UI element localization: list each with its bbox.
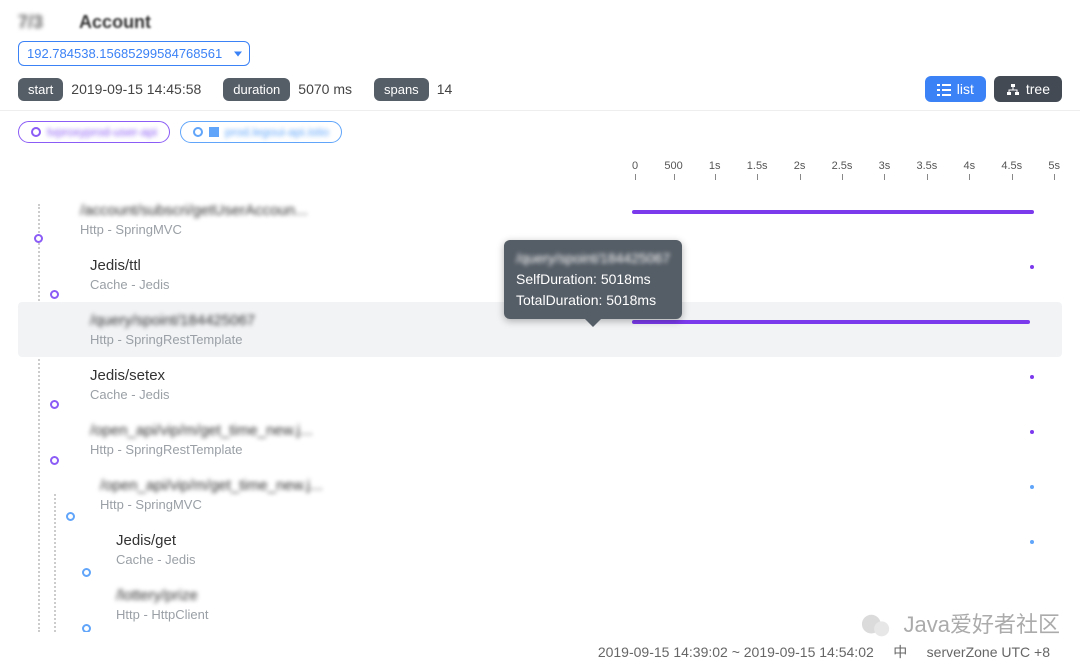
- tz-label: 中: [893, 644, 907, 660]
- trace-id-select[interactable]: 192.784538.15685299584768561: [18, 41, 250, 66]
- tree-view-button[interactable]: tree: [994, 76, 1062, 102]
- start-value: 2019-09-15 14:45:58: [71, 81, 201, 97]
- span-title: Jedis/setex: [90, 367, 1062, 384]
- tree-icon: [1006, 83, 1020, 95]
- square-icon: [209, 127, 219, 137]
- list-icon: [937, 83, 951, 95]
- span-bar: [1030, 265, 1034, 269]
- span-row[interactable]: Jedis/get Cache - Jedis: [18, 522, 1062, 577]
- list-view-button[interactable]: list: [925, 76, 986, 102]
- span-bar: [1030, 375, 1034, 379]
- page-title: Account: [79, 12, 151, 33]
- watermark: Java爱好者社区: [861, 607, 1060, 640]
- trace-select-wrap[interactable]: 192.784538.15685299584768561: [18, 41, 250, 66]
- span-row[interactable]: /open_api/vip/m/get_time_new.j... Http -…: [18, 412, 1062, 467]
- spans-value: 14: [437, 81, 453, 97]
- service-tag-a[interactable]: tvproxyprod-user-api: [18, 121, 170, 143]
- breadcrumb-1: 7/3: [18, 12, 43, 33]
- span-title: Jedis/get: [116, 532, 1062, 549]
- circle-icon: [31, 127, 41, 137]
- wechat-icon: [861, 612, 891, 640]
- breadcrumb: 7/3 Account: [18, 12, 1062, 33]
- divider: [0, 110, 1080, 111]
- span-subtitle: Cache - Jedis: [90, 387, 1062, 402]
- time-range: 2019-09-15 14:39:02 ~ 2019-09-15 14:54:0…: [598, 644, 874, 660]
- duration-label: duration: [223, 78, 290, 101]
- span-subtitle: Cache - Jedis: [116, 552, 1062, 567]
- circle-icon: [193, 127, 203, 137]
- span-bar: [632, 320, 1030, 324]
- tz-value: serverZone UTC +8: [927, 644, 1050, 660]
- time-ruler: 05001s1.5s2s2.5s3s3.5s4s4.5s5s: [632, 160, 1060, 172]
- service-tag-b[interactable]: prod.legoui-api.istio: [180, 121, 342, 143]
- spans-label: spans: [374, 78, 429, 101]
- footer: 2019-09-15 14:39:02 ~ 2019-09-15 14:54:0…: [598, 642, 1050, 662]
- span-title: /open_api/vip/m/get_time_new.j...: [100, 477, 1062, 494]
- start-label: start: [18, 78, 63, 101]
- span-bar: [1030, 430, 1034, 434]
- span-subtitle: Http - SpringRestTemplate: [90, 442, 1062, 457]
- span-subtitle: Http - SpringRestTemplate: [90, 332, 1062, 347]
- span-row[interactable]: /account/subscri/getUserAccoun... Http -…: [18, 192, 1062, 247]
- span-bar: [1030, 485, 1034, 489]
- span-row[interactable]: Jedis/setex Cache - Jedis: [18, 357, 1062, 412]
- span-row[interactable]: /open_api/vip/m/get_time_new.j... Http -…: [18, 467, 1062, 522]
- span-bar: [1030, 540, 1034, 544]
- span-subtitle: Http - SpringMVC: [80, 222, 1062, 237]
- span-bar: [632, 210, 1034, 214]
- span-subtitle: Http - SpringMVC: [100, 497, 1062, 512]
- span-title: /lottery/prize: [116, 587, 1062, 604]
- span-tooltip: /query/spoint/184425067 SelfDuration: 50…: [504, 240, 682, 319]
- duration-value: 5070 ms: [298, 81, 352, 97]
- span-title: /open_api/vip/m/get_time_new.j...: [90, 422, 1062, 439]
